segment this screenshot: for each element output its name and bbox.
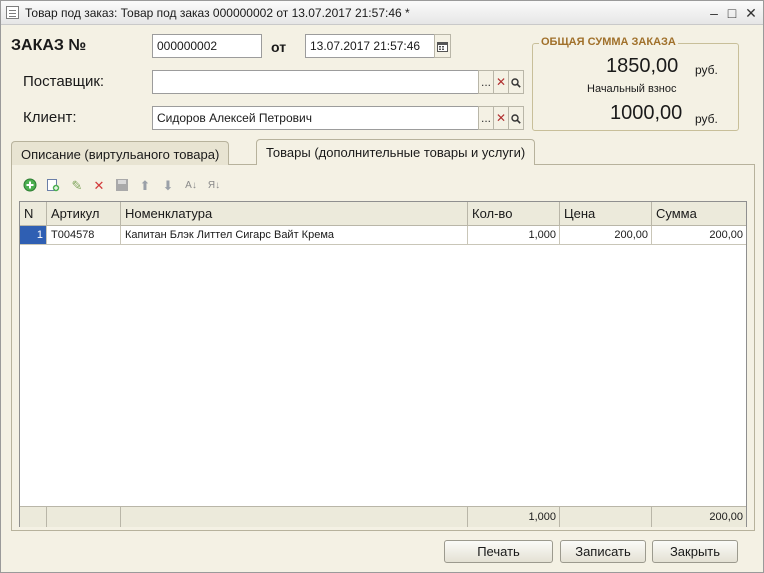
close-button[interactable]: Закрыть xyxy=(652,540,738,563)
cell-n[interactable]: 1 xyxy=(20,226,47,245)
cell-price[interactable]: 200,00 xyxy=(560,226,652,245)
tab-description[interactable]: Описание (виртульаного товара) xyxy=(11,141,230,165)
edit-row-icon[interactable]: ✎ xyxy=(69,178,85,194)
magnifier-icon xyxy=(511,78,521,88)
deposit-unit: руб. xyxy=(695,112,718,126)
calendar-icon xyxy=(437,42,448,52)
goods-table[interactable]: N Артикул Номенклатура Кол-во Цена Сумма… xyxy=(19,201,747,527)
deposit-label: Начальный взнос xyxy=(587,83,677,95)
supplier-label: Поставщик: xyxy=(23,73,105,90)
column-header-sum[interactable]: Сумма xyxy=(652,202,746,226)
column-header-price[interactable]: Цена xyxy=(560,202,652,226)
column-header-article[interactable]: Артикул xyxy=(47,202,121,226)
cell-name[interactable]: Капитан Блэк Литтел Сигарс Вайт Крема xyxy=(121,226,468,245)
column-header-qty[interactable]: Кол-во xyxy=(468,202,560,226)
add-row-icon[interactable] xyxy=(22,178,38,194)
move-up-icon[interactable]: ⬆ xyxy=(137,178,153,194)
document-icon xyxy=(6,6,19,19)
footer-cell-article xyxy=(47,506,121,527)
footer-cell-name xyxy=(121,506,468,527)
sort-descending-icon[interactable]: Я↓ xyxy=(206,178,222,194)
footer-total-sum: 200,00 xyxy=(652,506,746,527)
order-total-title: ОБЩАЯ СУММА ЗАКАЗА xyxy=(539,36,678,48)
column-header-n[interactable]: N xyxy=(20,202,47,226)
order-date-input[interactable]: 13.07.2017 21:57:46 xyxy=(305,34,435,58)
client-input[interactable]: Сидоров Алексей Петрович xyxy=(152,106,479,130)
supplier-open-button[interactable] xyxy=(508,70,524,94)
tab-goods[interactable]: Товары (дополнительные товары и услуги) xyxy=(256,139,536,165)
footer-cell-price xyxy=(560,506,652,527)
cell-article[interactable]: Т004578 xyxy=(47,226,121,245)
order-number-label: ЗАКАЗ № xyxy=(11,37,87,54)
minimize-icon[interactable]: – xyxy=(705,4,723,22)
copy-row-icon[interactable] xyxy=(45,178,61,194)
supplier-input[interactable] xyxy=(152,70,479,94)
calendar-button[interactable] xyxy=(434,34,451,58)
title-bar: Товар под заказ: Товар под заказ 0000000… xyxy=(1,1,763,25)
sort-ascending-icon[interactable]: A↓ xyxy=(183,178,199,194)
order-total-unit: руб. xyxy=(695,63,718,77)
order-number-input[interactable]: 000000002 xyxy=(152,34,262,58)
close-icon[interactable]: ✕ xyxy=(742,4,760,22)
delete-row-icon[interactable]: ✕ xyxy=(91,178,107,194)
cell-sum[interactable]: 200,00 xyxy=(652,226,746,245)
client-label: Клиент: xyxy=(23,109,77,126)
date-label: от xyxy=(271,39,287,55)
cell-qty[interactable]: 1,000 xyxy=(468,226,560,245)
window-title: Товар под заказ: Товар под заказ 0000000… xyxy=(25,6,410,20)
maximize-icon[interactable]: □ xyxy=(723,4,741,22)
save-button[interactable]: Записать xyxy=(560,540,646,563)
deposit-value: 1000,00 xyxy=(610,102,683,124)
supplier-choose-button[interactable]: ... xyxy=(478,70,494,94)
column-header-name[interactable]: Номенклатура xyxy=(121,202,468,226)
end-edit-icon[interactable] xyxy=(114,178,130,194)
magnifier-icon xyxy=(511,114,521,124)
print-button[interactable]: Печать xyxy=(444,540,553,563)
move-down-icon[interactable]: ⬇ xyxy=(160,178,176,194)
client-clear-button[interactable]: ✕ xyxy=(493,106,509,130)
client-choose-button[interactable]: ... xyxy=(478,106,494,130)
supplier-clear-button[interactable]: ✕ xyxy=(493,70,509,94)
order-window: Товар под заказ: Товар под заказ 0000000… xyxy=(0,0,764,573)
client-open-button[interactable] xyxy=(508,106,524,130)
order-total-value: 1850,00 xyxy=(606,55,679,77)
footer-total-qty: 1,000 xyxy=(468,506,560,527)
footer-cell-n xyxy=(20,506,47,527)
